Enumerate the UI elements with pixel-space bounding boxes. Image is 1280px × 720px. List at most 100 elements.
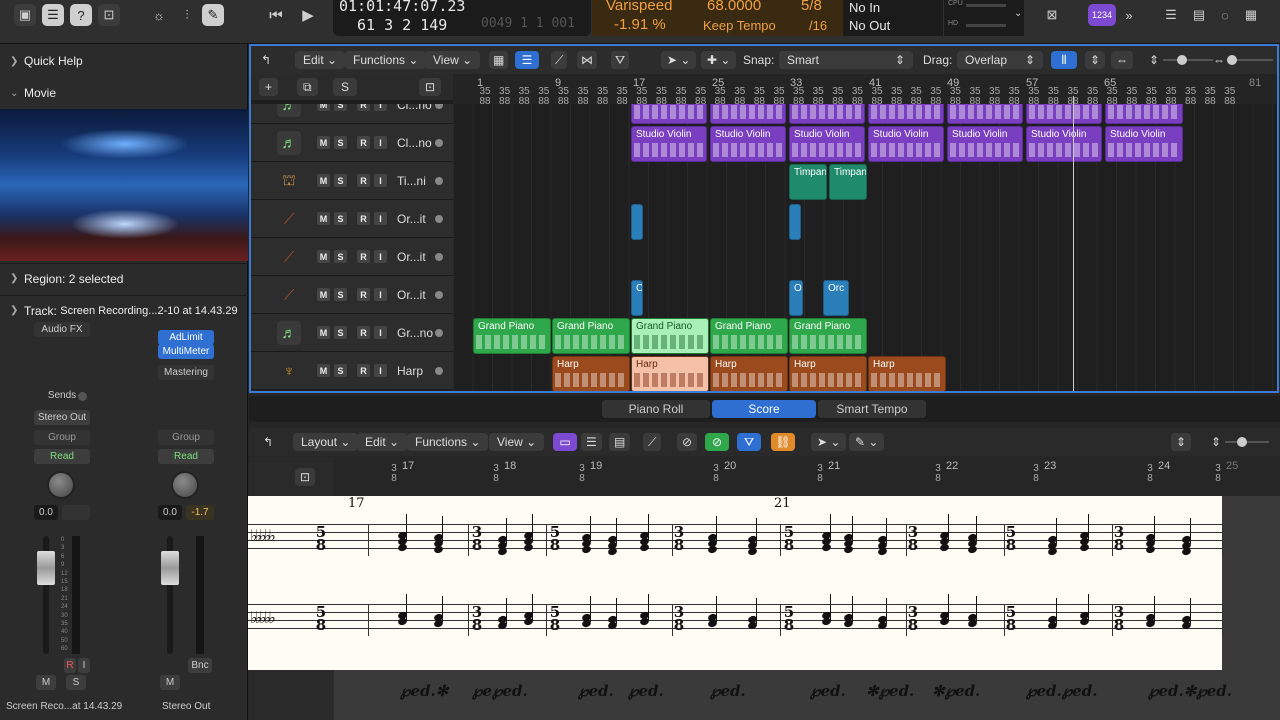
snap-dropdown[interactable]: Smart ⇕ [779,51,913,69]
toolbar-icon[interactable]: ⊡ [98,4,120,26]
region-violin[interactable] [868,104,944,124]
region-harp[interactable]: Harp [868,356,946,391]
note-pad-icon[interactable]: ▤ [1188,4,1210,26]
record-button[interactable]: R [357,136,370,149]
waveform-zoom-icon[interactable]: ⦀ [1051,51,1077,69]
inspector-icon[interactable]: ☰ [42,4,64,26]
editors-icon[interactable]: ✎ [202,4,224,26]
tab-score[interactable]: Score [712,400,816,418]
print-view-icon[interactable]: ▤ [609,433,631,451]
track-header-row[interactable]: ⟋ M S R I Or...it [251,238,453,276]
region-timpani[interactable]: Timpani [829,164,867,200]
solo-button[interactable]: S [334,174,347,187]
automation-mode[interactable]: Read [158,449,214,464]
score-sheet[interactable]: 17 21 ♭♭♭♭♭ ♭♭♭♭♭ 58 58 38 38 58 58 38 38 58 58 38… [248,496,1223,670]
track-header-row[interactable]: ♆ M S R I Harp [251,352,453,390]
tab-smart-tempo[interactable]: Smart Tempo [818,400,926,418]
play-icon[interactable]: ▶ [294,4,322,26]
timeline-ruler[interactable]: 1 9 17 25 33 41 49 57 65 81 35 88 35 88 35 88… [453,74,1277,104]
input-monitor-button[interactable]: I [374,104,387,111]
volume-fader[interactable] [161,551,179,585]
movie-header[interactable]: ⌄ Movie [0,78,248,108]
quick-help-header[interactable]: ❯ Quick Help [0,46,248,76]
library-icon[interactable]: ▣ [14,4,36,26]
region-violin[interactable]: Studio Violin [789,126,865,162]
region-harp[interactable]: Harp [552,356,630,391]
region-header[interactable]: ❯ Region: 2 selected [0,263,248,293]
region-harp-selected[interactable]: Harp [631,356,709,391]
browser-icon[interactable]: ▦ [1240,4,1262,26]
link-icon[interactable]: ⛓ [771,433,795,451]
region-timpani[interactable]: Timpani [789,164,827,200]
mute-button[interactable]: M [36,675,56,690]
mute-button[interactable]: M [317,212,330,225]
group-selector[interactable]: Group [34,430,90,445]
mute-button[interactable]: M [317,174,330,187]
count-in-badge[interactable]: 1234 [1088,4,1116,26]
volume-fader[interactable] [37,551,55,585]
record-button[interactable]: R [357,250,370,263]
track-header-row[interactable]: ⟋ M S R I Or...it [251,276,453,314]
solo-button[interactable]: S [334,364,347,377]
region-grand-piano[interactable]: Grand Piano [473,318,551,354]
editor-ruler[interactable]: 17 3 8 18 3 8 19 3 8 20 3 8 21 3 8 22 3 8 23 3 8 24 3 8 25 3 8 [334,458,1280,496]
collapse-icon[interactable]: ⇕ [1085,51,1106,69]
midi-out-icon[interactable]: ⊘ [705,433,729,451]
drag-dropdown[interactable]: Overlap ⇕ [957,51,1043,69]
chevron-down-icon[interactable]: ⌄ [1014,8,1022,19]
pointer-tool-icon[interactable]: ➤ ⌄ [661,51,697,69]
layout-menu[interactable]: Layout ⌄ [293,433,359,451]
region-violin[interactable]: Studio Violin [1105,126,1183,162]
input-monitor-button[interactable]: I [374,288,387,301]
region-violin[interactable]: Studio Violin [710,126,786,162]
no-entry-icon[interactable]: ⊠ [1040,4,1064,26]
solo-button[interactable]: S [334,250,347,263]
region-orchestra[interactable] [631,204,643,240]
playhead[interactable] [1073,96,1074,391]
edit-menu[interactable]: Edit ⌄ [357,433,408,451]
region-violin[interactable]: Studio Violin [1026,126,1102,162]
track-header-row[interactable]: ♬ M S R I Cl...no [251,104,453,124]
input-monitor-button[interactable]: I [374,212,387,225]
region-orchestra[interactable]: Orc [823,280,849,316]
record-button[interactable]: R [357,174,370,187]
region-grand-piano[interactable]: Grand Piano [789,318,867,354]
input-monitor-button[interactable]: I [374,364,387,377]
rewind-icon[interactable]: ⏮ [262,4,290,26]
region-grand-piano[interactable]: Grand Piano [552,318,630,354]
solo-button[interactable]: S [334,212,347,225]
back-arrow-icon[interactable]: ↰ [261,51,271,69]
io-display[interactable]: No In No Out [843,0,943,36]
catch-icon[interactable]: ⛛ [737,433,761,451]
view-menu[interactable]: View ⌄ [489,433,545,451]
track-header-row[interactable]: ♬ M S R I Gr...no [251,314,453,352]
record-button[interactable]: R [357,326,370,339]
vertical-zoom-slider[interactable] [1163,59,1213,61]
collapse-icon[interactable]: ⇕ [1171,433,1192,451]
input-monitor-button[interactable]: I [78,658,90,673]
smart-controls-icon[interactable]: ☼ [148,4,170,26]
vertical-zoom-thumb[interactable] [1177,55,1187,65]
zoom-thumb[interactable] [1237,437,1247,447]
view-menu[interactable]: View ⌄ [425,51,481,69]
pencil-tool-icon[interactable]: ✚ ⌄ [701,51,737,69]
record-button[interactable]: R [357,212,370,225]
automation-icon[interactable]: ⟋ [551,51,568,69]
input-monitor-button[interactable]: I [374,326,387,339]
linear-view-icon[interactable]: ▭ [553,433,577,451]
grid-view-icon[interactable]: ▦ [489,51,509,69]
record-enable-button[interactable]: R [64,658,76,673]
fit-icon[interactable]: ⇔ [1111,51,1133,69]
plugin-multimeter[interactable]: MultiMeter [158,344,214,359]
region-violin[interactable]: Studio Violin [947,126,1023,162]
region-harp[interactable]: Harp [710,356,788,391]
edit-menu[interactable]: Edit ⌄ [295,51,346,69]
mute-button[interactable]: M [317,288,330,301]
mute-button[interactable]: M [317,250,330,263]
input-monitor-button[interactable]: I [374,136,387,149]
global-solo-button[interactable]: S [333,78,358,96]
lcd-display[interactable]: 01:01:47:07.23 0049 1 1 001 61 3 2 149 [333,0,591,36]
region-violin[interactable]: Studio Violin [868,126,944,162]
zoom-slider[interactable] [1225,441,1269,443]
group-selector[interactable]: Group [158,430,214,445]
